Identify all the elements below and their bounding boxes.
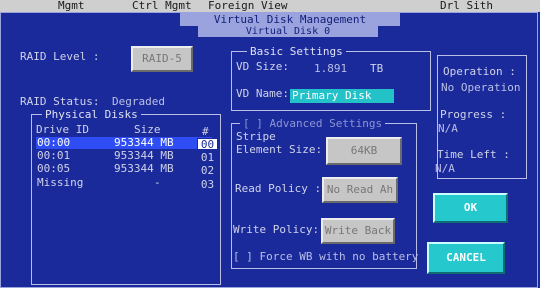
advanced-settings-toggle[interactable]: [ ] Advanced Settings xyxy=(240,117,386,130)
vd-name-input[interactable]: Primary Disk xyxy=(290,89,394,103)
disk-id: 00:01 xyxy=(37,149,71,162)
write-policy-button[interactable]: Write Back xyxy=(321,218,395,244)
stripe-element-size-label: Element Size: xyxy=(236,143,323,156)
menu-item-foreign-view[interactable]: Foreign View xyxy=(208,0,287,11)
vd-name-label: VD Name: xyxy=(236,87,289,100)
disk-size: 953344 MB xyxy=(114,136,174,149)
read-policy-label: Read Policy : xyxy=(235,182,322,195)
stripe-label: Stripe xyxy=(236,130,276,143)
disk-row[interactable]: 00:05 953344 MB xyxy=(36,163,212,175)
time-left-value: N/A xyxy=(435,162,455,175)
operation-value: No Operation xyxy=(441,81,521,94)
column-size: Size xyxy=(134,123,161,136)
disk-size: - xyxy=(154,176,161,189)
disk-size: 953344 MB xyxy=(114,162,174,175)
raid-level-label: RAID Level : xyxy=(20,50,100,63)
cancel-button[interactable]: CANCEL xyxy=(427,242,505,274)
disk-id: Missing xyxy=(37,176,84,189)
write-policy-label: Write Policy: xyxy=(233,223,320,236)
time-left-label: Time Left : xyxy=(437,148,510,161)
window-subtitle: Virtual Disk 0 xyxy=(198,26,378,37)
raid-level-button[interactable]: RAID-5 xyxy=(131,46,193,72)
disk-size: 953344 MB xyxy=(114,149,174,162)
vd-size-unit: TB xyxy=(370,62,384,75)
disk-number[interactable]: 00 xyxy=(197,138,218,151)
disk-id: 00:00 xyxy=(37,136,71,149)
disk-row[interactable]: 00:01 953344 MB xyxy=(36,150,212,162)
disk-id: 00:05 xyxy=(37,162,71,175)
disk-number[interactable]: 03 xyxy=(197,179,218,191)
disk-number[interactable]: 01 xyxy=(197,152,218,164)
physical-disks-legend: Physical Disks xyxy=(42,108,141,121)
force-wb-checkbox[interactable]: [ ] Force WB with no battery xyxy=(233,250,418,263)
vd-size-value: 1.891 xyxy=(314,62,348,75)
raid-status-label: RAID Status: xyxy=(20,95,100,108)
menu-item-ctrl-mgmt[interactable]: Ctrl Mgmt xyxy=(132,0,192,11)
menu-bar: Mgmt Ctrl Mgmt Foreign View Drl Sith xyxy=(0,0,540,12)
disk-row[interactable]: Missing - xyxy=(36,177,212,189)
stripe-size-button[interactable]: 64KB xyxy=(326,137,402,165)
operation-label: Operation : xyxy=(443,65,516,78)
ok-button[interactable]: OK xyxy=(433,193,508,223)
window-title: Virtual Disk Management xyxy=(180,13,400,26)
progress-label: Progress : xyxy=(440,108,507,121)
vd-size-label: VD Size: xyxy=(236,60,289,73)
raid-status-value: Degraded xyxy=(112,95,165,108)
disk-row[interactable]: 00:00 953344 MB xyxy=(36,137,212,149)
basic-settings-legend: Basic Settings xyxy=(247,45,346,58)
progress-value: N/A xyxy=(438,122,458,135)
disk-number[interactable]: 02 xyxy=(197,165,218,177)
read-policy-button[interactable]: No Read Ah xyxy=(322,177,398,203)
menu-item-drl[interactable]: Drl Sith xyxy=(440,0,493,11)
menu-item-mgmt[interactable]: Mgmt xyxy=(58,0,85,11)
column-drive-id: Drive ID xyxy=(36,123,89,136)
